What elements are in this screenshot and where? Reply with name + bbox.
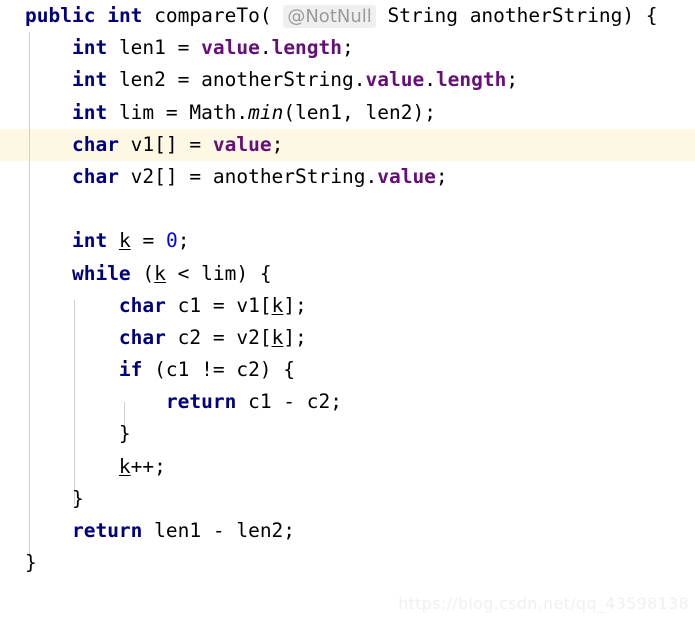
code-line-14[interactable]: }: [0, 418, 695, 450]
code-line-13[interactable]: return c1 - c2;: [0, 386, 695, 418]
code-line-1[interactable]: public int compareTo( @NotNull String an…: [0, 0, 695, 32]
code-line-8[interactable]: int k = 0;: [0, 225, 695, 257]
watermark-text: https://blog.csdn.net/qq_43598138: [398, 594, 689, 613]
code-line-17[interactable]: return len1 - len2;: [0, 515, 695, 547]
code-line-7[interactable]: [0, 193, 695, 225]
code-line-6[interactable]: char v2[] = anotherString.value;: [0, 161, 695, 193]
code-line-3[interactable]: int len2 = anotherString.value.length;: [0, 64, 695, 96]
code-line-4[interactable]: int lim = Math.min(len1, len2);: [0, 97, 695, 129]
code-line-18[interactable]: }: [0, 547, 695, 579]
code-line-5[interactable]: char v1[] = value;: [0, 128, 695, 161]
code-line-2[interactable]: int len1 = value.length;: [0, 32, 695, 64]
code-lines[interactable]: public int compareTo( @NotNull String an…: [0, 0, 695, 579]
code-line-12[interactable]: if (c1 != c2) {: [0, 354, 695, 386]
code-line-15[interactable]: k++;: [0, 451, 695, 483]
code-line-16[interactable]: }: [0, 483, 695, 515]
code-line-10[interactable]: char c1 = v1[k];: [0, 290, 695, 322]
code-line-9[interactable]: while (k < lim) {: [0, 258, 695, 290]
code-line-11[interactable]: char c2 = v2[k];: [0, 322, 695, 354]
code-editor[interactable]: public int compareTo( @NotNull String an…: [0, 0, 695, 623]
inlay-hint-notnull: @NotNull: [283, 5, 376, 28]
